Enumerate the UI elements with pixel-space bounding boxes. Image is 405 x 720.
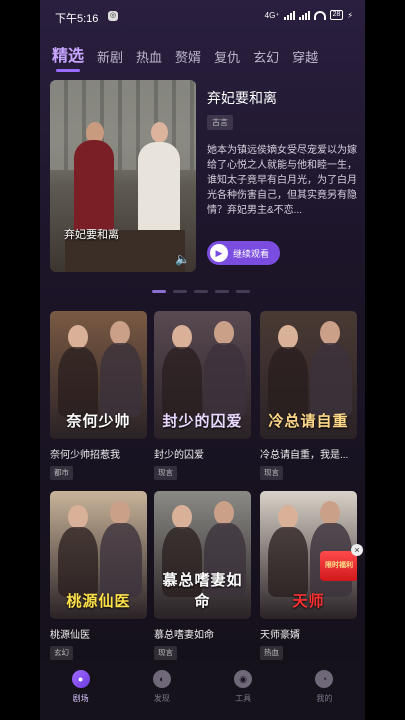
featured-title[interactable]: 弃妃要和离 [207,88,277,108]
featured-poster[interactable]: 弃妃要和离 🔈 [50,80,196,272]
poster-title-art: 慕总嗜妻如命 [162,571,243,610]
tab-0[interactable]: 精选 [52,42,84,72]
drama-card[interactable]: 桃源仙医 桃源仙医 玄幻 [50,491,147,660]
app-notification-icon: ◎ [108,11,118,21]
profile-icon: ◔ [315,670,334,688]
drama-card[interactable]: 封少的囚爱 封少的囚爱 现言 [154,311,251,480]
tools-icon: ◉ [234,670,253,688]
vip-welfare-badge[interactable]: 限时福利 [320,551,357,581]
drama-card[interactable]: 冷总请自重冷总请自重，我是... 现言 [260,311,357,480]
poster-title-art: 天师 [292,592,325,610]
drama-genre-tag: 现言 [260,466,283,480]
nav-label: 我的 [316,694,333,703]
app-screen: 下午5:16 ◎ 4G⁺ 28 ⚡ 精选 新剧 热血 赘婿 复仇 玄幻 穿越 弃妃要和离 🔈… [40,0,365,720]
drama-poster[interactable]: 桃源仙医 [50,491,147,619]
poster-title-art: 奈何少帅 [66,412,131,430]
drama-poster[interactable]: 封少的囚爱 [154,311,251,439]
poster-title-art: 桃源仙医 [66,592,131,610]
drama-title[interactable]: 奈何少帅招惹我 [50,446,147,461]
close-icon[interactable]: × [351,544,363,556]
signal-icon [283,10,295,20]
bottom-navigation: ● 剧场 ◐ 发现 ◉ 工具 ◔ 我的 [40,660,365,720]
drama-title[interactable]: 冷总请自重，我是... [260,446,357,461]
carousel-pager [152,290,250,293]
drama-title[interactable]: 桃源仙医 [50,626,147,641]
pager-dot[interactable] [215,290,229,293]
category-tabs: 精选 新剧 热血 赘婿 复仇 玄幻 穿越 [52,40,331,72]
tab-2[interactable]: 热血 [136,47,162,66]
drama-card[interactable]: 天师 限时福利天师豪婿热血 [260,491,357,660]
nav-item-2[interactable]: ◉ 工具 [203,660,284,720]
theater-icon: ● [71,670,90,688]
drama-genre-tag: 现言 [154,466,177,480]
drama-title[interactable]: 封少的囚爱 [154,446,251,461]
charging-icon: ⚡ [347,10,353,20]
drama-genre-tag: 热血 [260,646,283,660]
drama-poster[interactable]: 天师 限时福利 [260,491,357,619]
nav-label: 发现 [153,694,170,703]
drama-title[interactable]: 慕总嗜妻如命 [154,626,251,641]
nav-label: 剧场 [72,694,89,703]
nav-item-1[interactable]: ◐ 发现 [121,660,202,720]
tab-4[interactable]: 复仇 [214,47,240,66]
featured-description: 她本为镇远侯嫡女受尽宠爱以为嫁给了心悦之人就能与他和睦一生，谁知太子竟早有白月光… [207,145,357,216]
status-time: 下午5:16 [55,13,99,25]
pager-dot[interactable] [152,290,166,293]
drama-genre-tag: 玄幻 [50,646,73,660]
tab-1[interactable]: 新剧 [97,47,123,66]
signal-2-icon [298,10,310,20]
poster-caption: 弃妃要和离 [64,228,119,241]
wifi-icon [313,10,326,20]
drama-genre-tag: 现言 [154,646,177,660]
nav-label: 工具 [235,694,252,703]
drama-poster[interactable]: 奈何少帅 [50,311,147,439]
pager-dot[interactable] [194,290,208,293]
featured-tag: 古言 [207,115,233,130]
pager-dot[interactable] [173,290,187,293]
tab-3[interactable]: 赘婿 [175,47,201,66]
drama-card[interactable]: 慕总嗜妻如命 慕总嗜妻如命 现言 [154,491,251,660]
poster-title-art: 封少的囚爱 [162,412,243,430]
drama-card[interactable]: 奈何少帅奈何少帅招惹我 都市 [50,311,147,480]
continue-watching-button[interactable]: ▶ 继续观看 [207,241,280,265]
discover-icon: ◐ [152,670,171,688]
continue-watching-label: 继续观看 [233,248,270,259]
drama-poster[interactable]: 慕总嗜妻如命 [154,491,251,619]
nav-item-3[interactable]: ◔ 我的 [284,660,365,720]
poster-title-art: 冷总请自重 [268,412,349,430]
tab-5[interactable]: 玄幻 [253,47,279,66]
drama-title[interactable]: 天师豪婿 [260,626,357,641]
battery-icon: 28 [329,10,344,20]
drama-poster[interactable]: 冷总请自重 [260,311,357,439]
status-bar: 下午5:16 ◎ 4G⁺ 28 ⚡ [40,0,365,34]
play-icon: ▶ [210,244,228,262]
tab-6[interactable]: 穿越 [292,47,318,66]
nav-item-0[interactable]: ● 剧场 [40,660,121,720]
drama-genre-tag: 都市 [50,466,73,480]
network-type: 4G⁺ [264,10,280,20]
sound-icon[interactable]: 🔈 [175,252,190,266]
pager-dot[interactable] [236,290,250,293]
status-indicators: 4G⁺ 28 ⚡ [265,10,353,20]
